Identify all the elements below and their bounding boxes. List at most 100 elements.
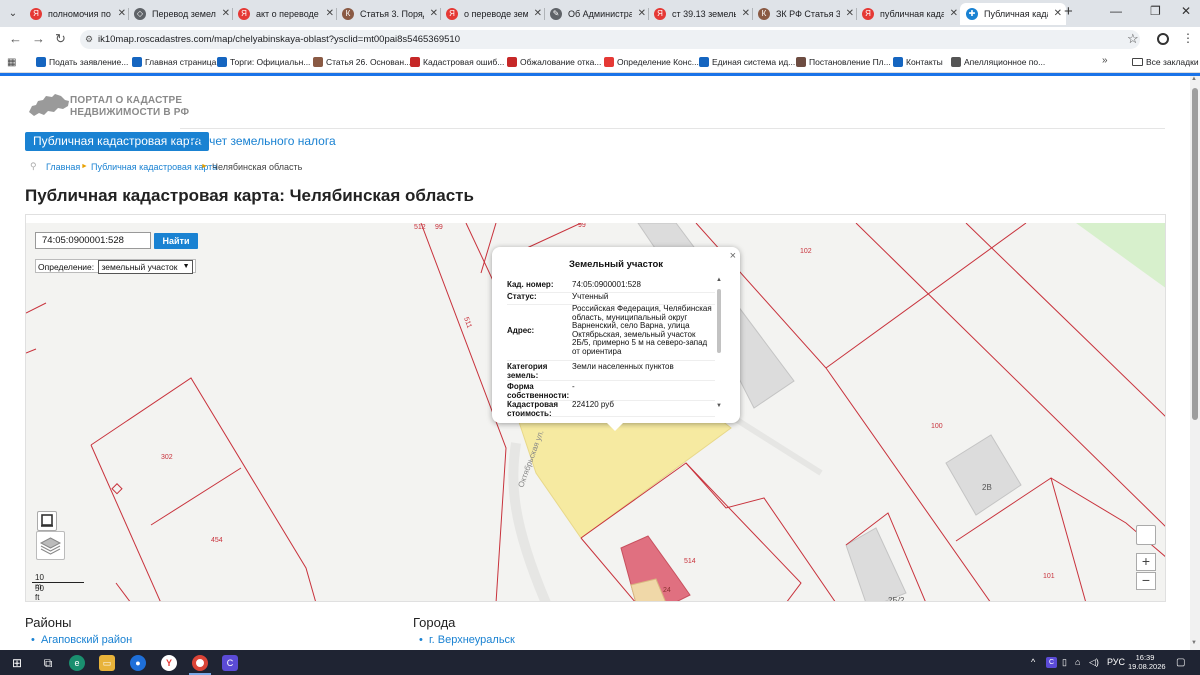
all-bookmarks-button[interactable]: Все закладки [1132, 55, 1199, 69]
page-scroll-thumb[interactable] [1192, 88, 1198, 420]
url-text: ik10map.roscadastres.com/map/chelyabinsk… [98, 34, 460, 45]
reload-icon[interactable]: ↻ [55, 31, 66, 47]
scroll-down-icon[interactable]: ▼ [716, 403, 722, 409]
bookmark-item[interactable]: Подать заявление... [36, 55, 128, 69]
bookmark-item[interactable]: Контакты [893, 55, 943, 69]
zoom-in-button[interactable]: + [1136, 553, 1156, 571]
tab-close-icon[interactable]: ✕ [846, 3, 854, 25]
volume-icon[interactable]: ◁) [1089, 657, 1099, 668]
bookmark-item[interactable]: Статья 26. Основан... [313, 55, 411, 69]
bookmark-label: Обжалование отка... [520, 57, 602, 67]
browser-menu-icon[interactable]: ⋮ [1182, 31, 1194, 45]
battery-icon[interactable]: ▯ [1062, 657, 1067, 668]
scroll-up-icon[interactable]: ▲ [1191, 76, 1197, 82]
tray-app-icon[interactable]: C [1046, 657, 1057, 668]
tab-search-chevron-icon[interactable]: ⌄ [4, 5, 22, 23]
city-link[interactable]: г. Верхнеуральск [417, 634, 515, 646]
browser-tab[interactable]: Яст 39.13 земельн ✕ [648, 3, 754, 25]
show-hidden-icons[interactable]: ^ [1031, 657, 1035, 667]
bookmark-item[interactable]: Единая система ид... [699, 55, 795, 69]
browser-tab[interactable]: Яакт о переводе з ✕ [232, 3, 338, 25]
browser-tab[interactable]: Яо переводе земе ✕ [440, 3, 546, 25]
bookmark-star-icon[interactable]: ☆ [1127, 31, 1139, 47]
building-2v [945, 434, 1022, 516]
browser-tab[interactable]: К ЗК РФ Статья 39. ✕ [752, 3, 858, 25]
back-icon[interactable]: ← [9, 31, 22, 46]
layers-button[interactable] [36, 531, 65, 560]
apps-grid-icon[interactable]: ▦ [7, 57, 16, 68]
browser-tab[interactable]: К Статья 3. Поряд ✕ [336, 3, 442, 25]
bookmark-item[interactable]: Постановление Пл... [796, 55, 891, 69]
chrome-icon[interactable] [192, 655, 208, 671]
bookmark-label: Определение Конс... [617, 57, 699, 67]
cadastral-search-input[interactable] [35, 232, 151, 249]
yandex-browser-icon[interactable]: Y [161, 655, 177, 671]
browser-tab[interactable]: Япубличная када ✕ [856, 3, 962, 25]
map-tool-button[interactable] [1136, 525, 1156, 545]
browser-tab[interactable]: ✚ Публичная када ✕ [960, 3, 1066, 25]
bookmark-item[interactable]: Обжалование отка... [507, 55, 601, 69]
fullscreen-button[interactable] [37, 511, 57, 531]
scroll-up-icon[interactable]: ▲ [716, 277, 722, 283]
breadcrumb-map[interactable]: Публичная кадастровая карта [91, 162, 217, 172]
district-link[interactable]: Агаповский район [29, 634, 132, 646]
tab-close-icon[interactable]: ✕ [534, 3, 542, 25]
bookmark-item[interactable]: Апелляционное по... [951, 55, 1045, 69]
definition-select[interactable]: земельный участок ▼ [98, 260, 193, 274]
scroll-down-icon[interactable]: ▼ [1191, 640, 1197, 646]
bookmark-item[interactable]: Торги: Официальн... [217, 55, 310, 69]
tab-close-icon[interactable]: ✕ [950, 3, 958, 25]
page-scrollbar[interactable]: ▲ ▼ [1190, 76, 1200, 650]
tab-close-icon[interactable]: ✕ [118, 3, 126, 25]
browser-tab[interactable]: Яполномочия по п ✕ [24, 3, 130, 25]
new-tab-button[interactable]: + [1064, 3, 1073, 20]
cadastral-map[interactable]: 512 99 99 102 511 302 454 100 514 101 24 2В 2Б/2 Окт… [26, 223, 1165, 601]
forward-icon[interactable]: → [32, 31, 45, 46]
search-button[interactable]: Найти [154, 233, 198, 249]
language-indicator[interactable]: РУС [1107, 657, 1125, 667]
bookmark-favicon-icon [699, 57, 709, 67]
profile-icon[interactable] [1157, 33, 1169, 45]
edge-icon[interactable]: e [69, 655, 85, 671]
popup-info-row: Адрес: Российская Федерация, Челябинская … [507, 304, 715, 361]
more-bookmarks-icon[interactable]: » [1102, 55, 1108, 66]
popup-scrollbar[interactable]: ▲ ▼ [716, 277, 722, 411]
bookmark-item[interactable]: Определение Конс... [604, 55, 699, 69]
breadcrumb-home[interactable]: Главная [46, 162, 80, 172]
tab-close-icon[interactable]: ✕ [742, 3, 750, 25]
windows-taskbar: ⊞ ⧉ e ▭ ● Y C ^ C ▯ ⌂ ◁) РУС 16:39 19.08… [0, 650, 1200, 675]
file-explorer-icon[interactable]: ▭ [99, 655, 115, 671]
app-c-icon[interactable]: C [222, 655, 238, 671]
site-logo-text[interactable]: ПОРТАЛ О КАДАСТРЕ НЕДВИЖИМОСТИ В РФ [70, 95, 189, 119]
start-windows-icon[interactable]: ⊞ [9, 655, 25, 671]
network-icon[interactable]: ⌂ [1075, 657, 1080, 667]
site-info-icon[interactable]: ⚙ [85, 30, 93, 49]
maximize-icon[interactable]: ❐ [1150, 4, 1161, 18]
bookmark-favicon-icon [604, 57, 614, 67]
tab-close-icon[interactable]: ✕ [1054, 3, 1062, 25]
browser-icon[interactable]: ● [130, 655, 146, 671]
browser-tab[interactable]: ◇ Перевод земель ✕ [128, 3, 234, 25]
tab-close-icon[interactable]: ✕ [430, 3, 438, 25]
tab-close-icon[interactable]: ✕ [638, 3, 646, 25]
minimize-icon[interactable]: — [1110, 4, 1122, 18]
yandex-icon: Я [238, 8, 250, 20]
parcel-number-label: 24 [663, 587, 671, 594]
notifications-icon[interactable]: ▢ [1176, 657, 1185, 668]
popup-info-row: Форма собственности: - [507, 382, 715, 401]
tab-title: Перевод земель [152, 9, 216, 19]
tab-close-icon[interactable]: ✕ [222, 3, 230, 25]
nav-land-tax-calc[interactable]: Расчет земельного налога [189, 132, 336, 151]
url-field[interactable]: ⚙ ik10map.roscadastres.com/map/chelyabin… [80, 30, 1140, 49]
tab-close-icon[interactable]: ✕ [326, 3, 334, 25]
popup-scroll-thumb[interactable] [717, 289, 721, 353]
task-view-icon[interactable]: ⧉ [40, 655, 56, 671]
nav-public-cadastral-map[interactable]: Публичная кадастровая карта [25, 132, 210, 151]
browser-tab[interactable]: ✎ Об Администрат ✕ [544, 3, 650, 25]
zoom-out-button[interactable]: − [1136, 572, 1156, 590]
window-close-icon[interactable]: ✕ [1181, 4, 1191, 18]
bookmark-item[interactable]: Кадастровая ошиб... [410, 55, 504, 69]
bookmark-item[interactable]: Главная страница [132, 55, 216, 69]
system-clock[interactable]: 16:39 19.08.2026 [1128, 653, 1166, 671]
web-page: ПОРТАЛ О КАДАСТРЕ НЕДВИЖИМОСТИ В РФ Публ… [0, 76, 1190, 650]
